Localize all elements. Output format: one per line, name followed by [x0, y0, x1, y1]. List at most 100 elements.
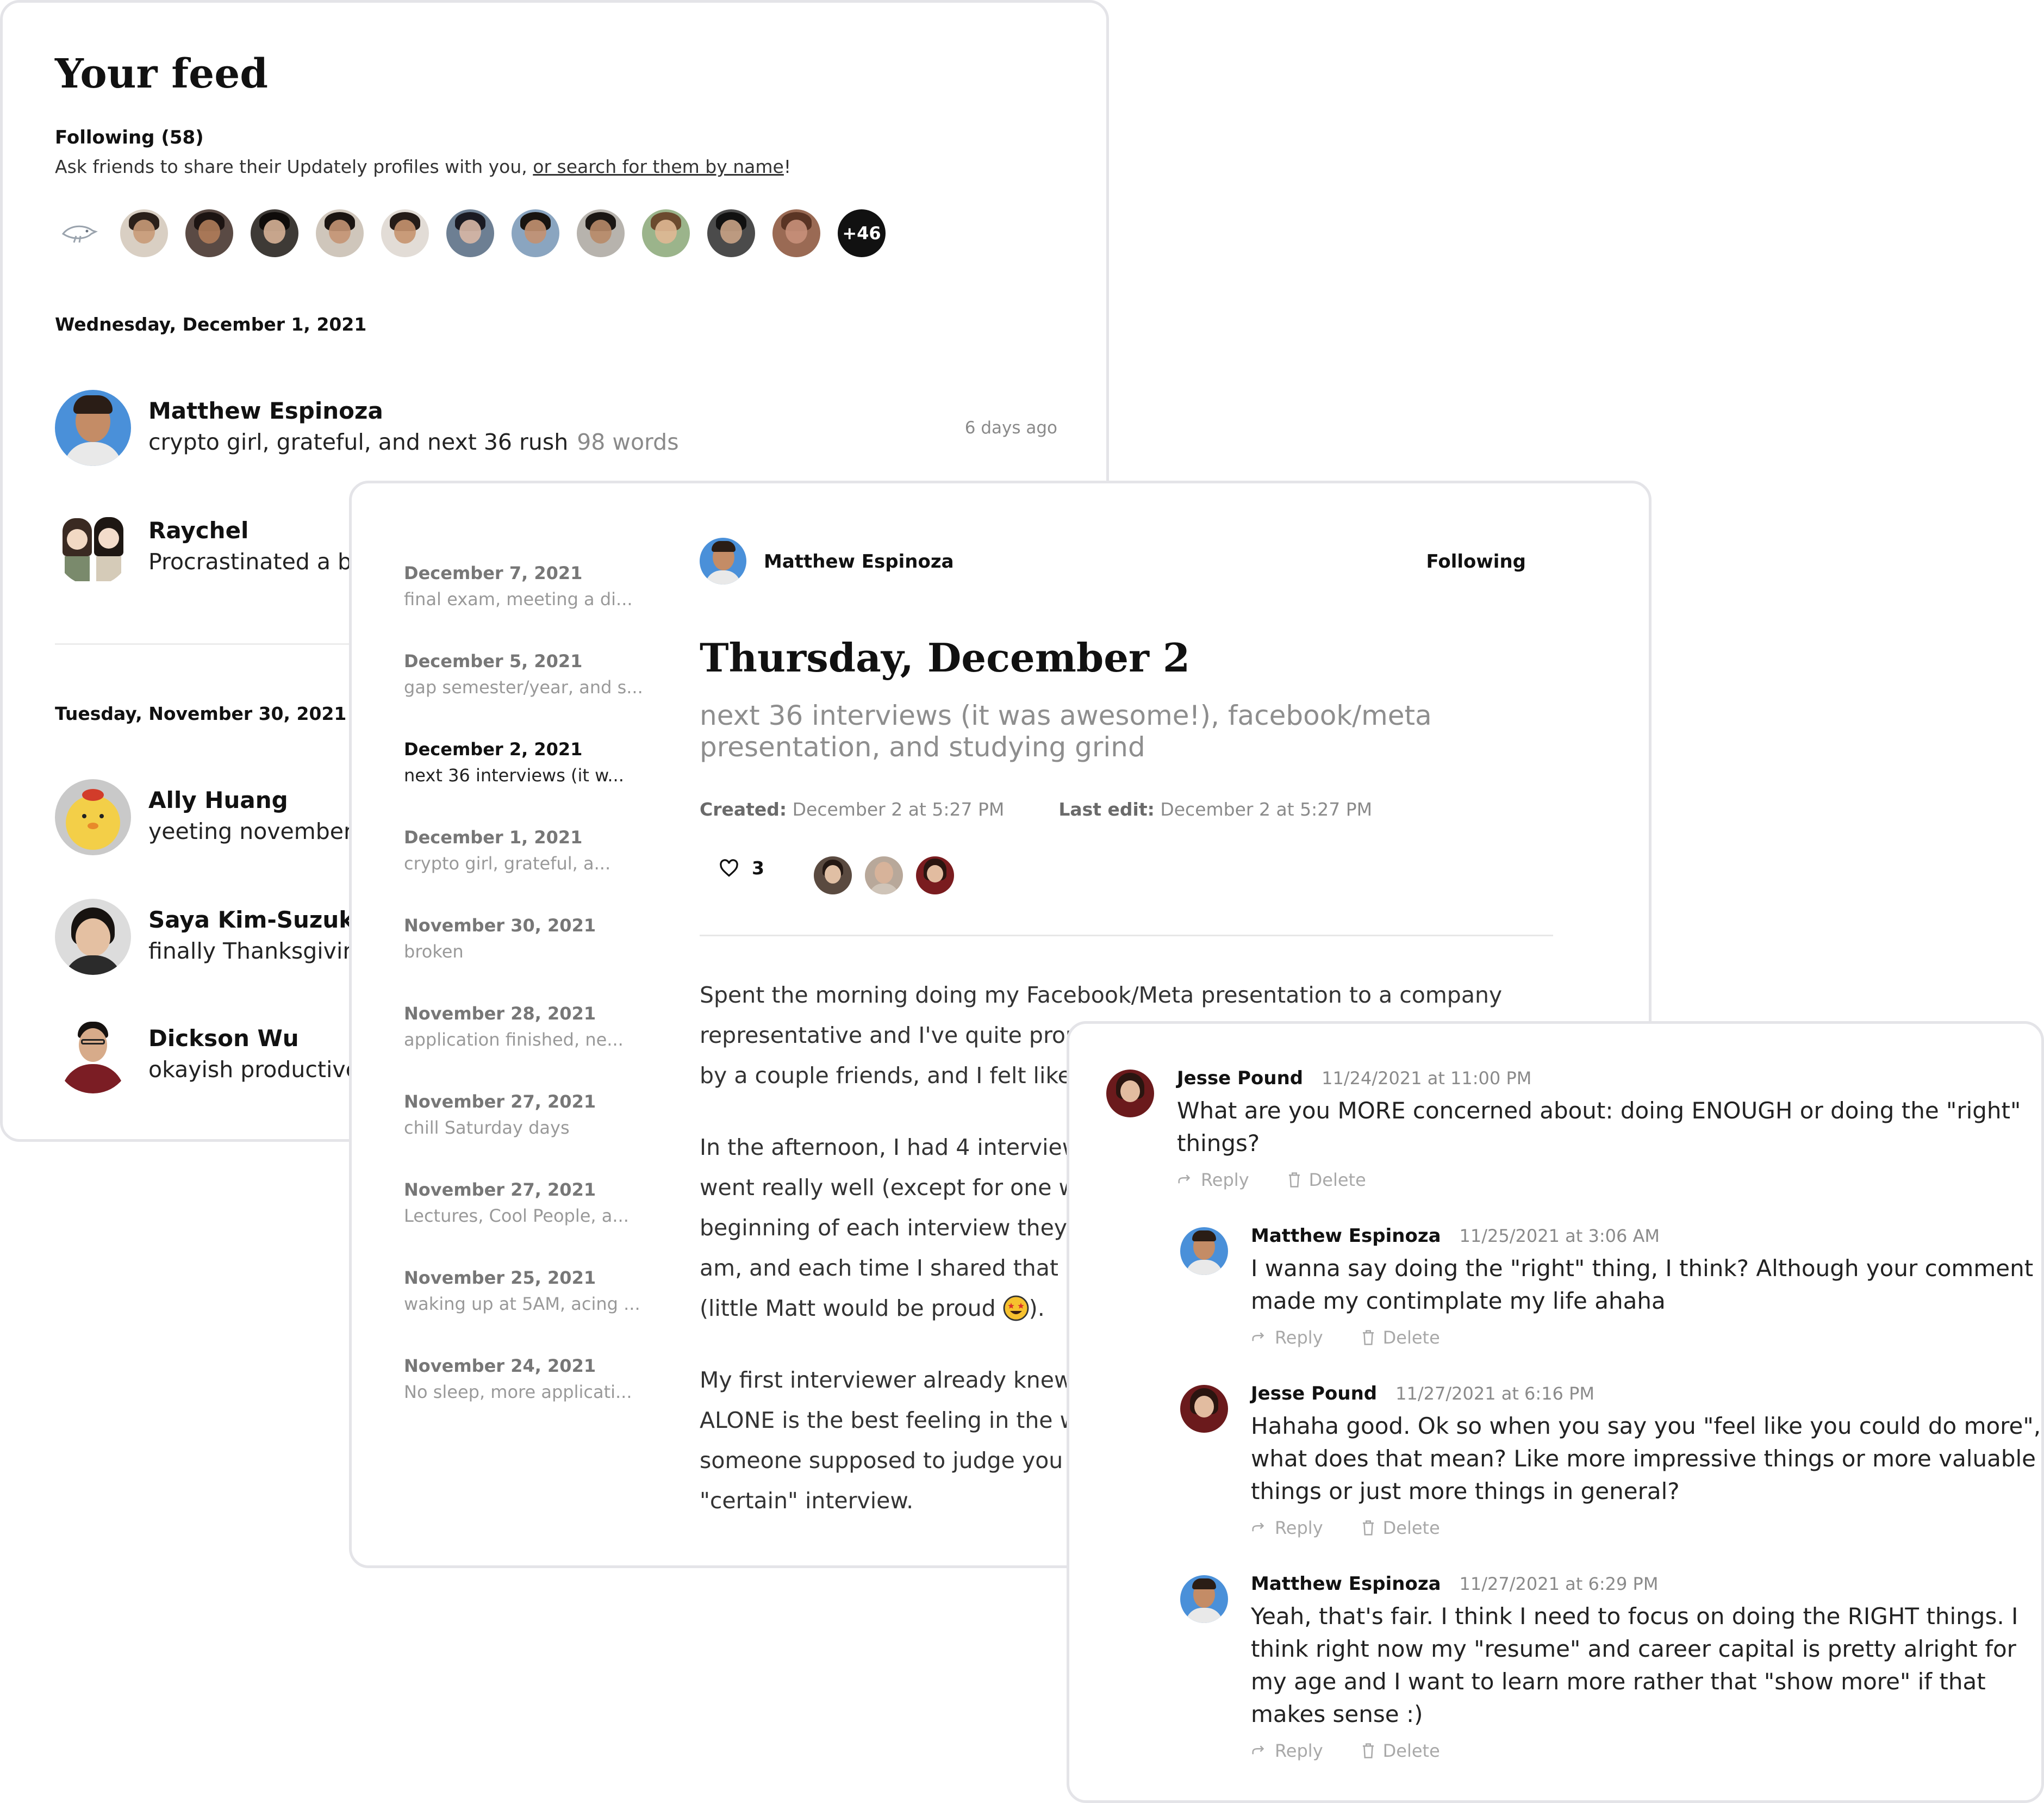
avatar[interactable] — [1180, 1385, 1228, 1433]
reply-arrow-icon — [1178, 1174, 1191, 1184]
feed-entry-author: Dickson Wu — [148, 1025, 299, 1052]
comment-line: things or just more things in general? — [1251, 1478, 1680, 1504]
more-following-button[interactable]: +46 — [838, 209, 886, 257]
comment-text: What are you MORE concerned about: doing… — [1177, 1095, 2021, 1160]
following-avatar[interactable] — [577, 209, 625, 257]
created-label: Created: — [700, 799, 787, 820]
nav-entry-summary: application finished, ne... — [404, 1029, 624, 1050]
following-button[interactable]: Following — [1426, 551, 1526, 573]
comment-actions: Reply Delete — [1251, 1740, 1478, 1761]
divider — [700, 935, 1553, 936]
avatar[interactable] — [1106, 1070, 1154, 1117]
liker-avatar[interactable] — [814, 856, 852, 894]
comment-time: 11/25/2021 at 3:06 AM — [1459, 1226, 1660, 1246]
delete-button[interactable]: Delete — [1287, 1170, 1366, 1190]
entry-subtitle: next 36 interviews (it was awesome!), fa… — [700, 700, 1432, 763]
comment-author[interactable]: Jesse Pound — [1177, 1067, 1303, 1089]
nav-entry[interactable]: November 27, 2021 Lectures, Cool People, … — [404, 1179, 654, 1226]
liker-avatar[interactable] — [865, 856, 903, 894]
feed-day-heading: Tuesday, November 30, 2021 — [55, 703, 347, 724]
entry-author-row: Matthew Espinoza Following — [700, 538, 1526, 587]
following-avatar[interactable] — [185, 209, 233, 257]
nav-entry-date: November 25, 2021 — [404, 1267, 596, 1288]
following-avatar[interactable] — [446, 209, 494, 257]
nav-entry[interactable]: November 30, 2021 broken — [404, 915, 654, 962]
trash-icon — [1362, 1330, 1374, 1345]
avatar[interactable] — [700, 538, 746, 585]
following-description: Ask friends to share their Updately prof… — [55, 156, 791, 177]
reply-label: Reply — [1275, 1740, 1323, 1761]
word-count: 98 words — [577, 429, 679, 455]
feed-entry-summary: finally Thanksgiving — [148, 938, 371, 964]
nav-entry-date: December 5, 2021 — [404, 651, 583, 672]
reply-arrow-icon — [1252, 1332, 1264, 1341]
nav-entry[interactable]: December 7, 2021 final exam, meeting a di… — [404, 563, 654, 610]
comment-time: 11/27/2021 at 6:29 PM — [1459, 1574, 1659, 1594]
delete-button[interactable]: Delete — [1361, 1327, 1440, 1348]
nav-entry-summary: final exam, meeting a di... — [404, 589, 633, 610]
comment-author[interactable]: Matthew Espinoza — [1251, 1573, 1441, 1595]
nav-entry-summary: next 36 interviews (it w... — [404, 765, 624, 786]
comment-reply: Jesse Pound 11/27/2021 at 6:16 PM Hahaha … — [1180, 1383, 2041, 1548]
reply-button[interactable]: Reply — [1251, 1740, 1323, 1761]
comment-line: Hahaha good. Ok so when you say you "fee… — [1251, 1413, 2041, 1439]
reply-label: Reply — [1201, 1170, 1249, 1190]
nav-entry[interactable]: November 27, 2021 chill Saturday days — [404, 1091, 654, 1138]
avatar[interactable] — [1180, 1227, 1228, 1275]
following-avatar[interactable] — [512, 209, 559, 257]
delete-button[interactable]: Delete — [1361, 1740, 1440, 1761]
feed-entry-summary: okayish productive — [148, 1056, 359, 1083]
feed-title: Your feed — [55, 51, 269, 97]
following-avatar[interactable] — [381, 209, 429, 257]
nav-entry[interactable]: November 24, 2021 No sleep, more applicat… — [404, 1356, 654, 1402]
following-avatar[interactable] — [120, 209, 168, 257]
comments-card: Jesse Pound 11/24/2021 at 11:00 PM What a… — [1067, 1021, 2044, 1803]
delete-button[interactable]: Delete — [1361, 1518, 1440, 1538]
feed-entry[interactable]: Matthew Espinoza crypto girl, grateful, … — [55, 390, 1057, 466]
feed-entry-summary: yeeting november o — [148, 818, 373, 844]
following-avatar[interactable] — [251, 209, 298, 257]
comment-line: I wanna say doing the "right" thing, I t… — [1251, 1255, 2034, 1282]
trash-icon — [1362, 1743, 1374, 1758]
avatar — [55, 779, 131, 855]
following-avatar[interactable] — [707, 209, 755, 257]
nav-entry-date: December 2, 2021 — [404, 739, 583, 760]
comment-header: Jesse Pound 11/27/2021 at 6:16 PM — [1251, 1383, 1594, 1404]
nav-entry-date: November 30, 2021 — [404, 915, 596, 936]
nav-entry[interactable]: November 25, 2021 waking up at 5AM, acing… — [404, 1267, 654, 1314]
like-button[interactable]: 3 — [719, 857, 764, 879]
avatar[interactable] — [1180, 1575, 1228, 1623]
reply-button[interactable]: Reply — [1251, 1327, 1323, 1348]
comment-actions: Reply Delete — [1251, 1518, 1478, 1538]
following-avatar[interactable] — [316, 209, 364, 257]
comment-line: my age and I want to learn more rather t… — [1251, 1668, 1986, 1695]
entry-line-end: ). — [1029, 1295, 1045, 1321]
entry-meta: Created: December 2 at 5:27 PM Last edit:… — [700, 799, 1372, 820]
following-avatar[interactable] — [55, 209, 103, 257]
comment-time: 11/27/2021 at 6:16 PM — [1395, 1383, 1594, 1404]
comment-author[interactable]: Matthew Espinoza — [1251, 1225, 1441, 1247]
entry-line-text: (little Matt would be proud — [700, 1295, 1003, 1321]
nav-entry-date: November 27, 2021 — [404, 1179, 596, 1200]
reply-button[interactable]: Reply — [1251, 1518, 1323, 1538]
search-by-name-link[interactable]: or search for them by name — [533, 156, 784, 177]
bird-icon — [61, 225, 98, 243]
nav-entry[interactable]: December 5, 2021 gap semester/year, and s… — [404, 651, 654, 698]
nav-entry-active[interactable]: December 2, 2021 next 36 interviews (it w… — [404, 739, 654, 786]
nav-entry[interactable]: December 1, 2021 crypto girl, grateful, a… — [404, 827, 654, 874]
comment-author[interactable]: Jesse Pound — [1251, 1383, 1377, 1404]
following-avatar[interactable] — [772, 209, 820, 257]
comment-time: 11/24/2021 at 11:00 PM — [1322, 1068, 1532, 1089]
comment-header: Matthew Espinoza 11/27/2021 at 6:29 PM — [1251, 1573, 1658, 1595]
entry-author-name[interactable]: Matthew Espinoza — [764, 551, 954, 573]
feed-entry-author: Ally Huang — [148, 787, 288, 813]
liker-avatar[interactable] — [916, 856, 954, 894]
nav-entry-summary: Lectures, Cool People, a... — [404, 1205, 629, 1226]
comment-text: Hahaha good. Ok so when you say you "fee… — [1251, 1410, 2041, 1508]
nav-entry-summary: waking up at 5AM, acing ... — [404, 1294, 640, 1314]
reply-button[interactable]: Reply — [1177, 1170, 1249, 1190]
nav-entry[interactable]: November 28, 2021 application finished, n… — [404, 1003, 654, 1050]
following-avatar[interactable] — [642, 209, 690, 257]
comment-actions: Reply Delete — [1177, 1170, 1404, 1190]
delete-label: Delete — [1382, 1740, 1440, 1761]
